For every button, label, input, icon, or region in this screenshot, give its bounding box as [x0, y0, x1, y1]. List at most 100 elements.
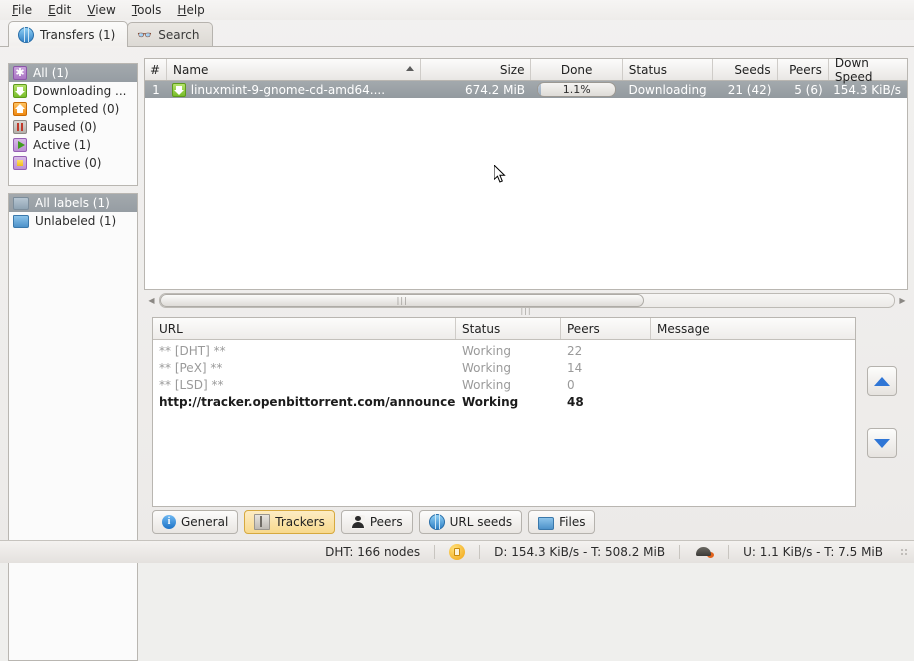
sidebar-label: All (1) — [33, 66, 69, 80]
scroll-left-icon[interactable]: ◀ — [146, 295, 157, 306]
move-up-button[interactable] — [867, 366, 897, 396]
column-header-message[interactable]: Message — [651, 318, 855, 339]
tab-transfers[interactable]: Transfers (1) — [8, 21, 129, 48]
sidebar-label: Completed (0) — [33, 102, 120, 116]
transfers-table-header: # Name Size Done Status Seeds Peers Down… — [145, 56, 907, 84]
tab-peers[interactable]: Peers — [340, 510, 413, 534]
cell-url: ** [LSD] ** — [159, 377, 224, 392]
tracker-move-buttons — [856, 317, 908, 507]
cell-peers: 22 — [567, 343, 583, 358]
label-filter-list: All labels (1) Unlabeled (1) — [8, 193, 138, 661]
resize-grip[interactable] — [897, 545, 911, 559]
stop-icon — [13, 156, 27, 170]
table-row[interactable]: ** [DHT] ** Working 22 — [153, 342, 855, 359]
encryption-icon — [449, 544, 466, 560]
column-header-size[interactable]: Size — [421, 59, 532, 80]
tab-url-seeds-label: URL seeds — [449, 515, 513, 529]
table-row[interactable]: ** [PeX] ** Working 14 — [153, 359, 855, 376]
app-window: File Edit View Tools Help Transfers (1) … — [0, 0, 914, 661]
table-row[interactable]: http://tracker.openbittorrent.com/announ… — [153, 393, 855, 410]
cell-peers: 14 — [567, 360, 583, 375]
sidebar-item-active[interactable]: Active (1) — [9, 136, 137, 154]
cell-down-speed: 154.3 KiB/s — [833, 82, 902, 97]
sidebar-label: Active (1) — [33, 138, 91, 152]
sidebar-item-all[interactable]: All (1) — [9, 64, 137, 82]
person-icon — [350, 515, 365, 529]
encryption-status[interactable] — [435, 544, 479, 560]
table-row[interactable]: 1 linuxmint-9-gnome-cd-amd64.... 674.2 M… — [145, 81, 907, 98]
cell-seeds: 21 (42) — [727, 82, 772, 97]
tab-general[interactable]: General — [152, 510, 239, 534]
sidebar-item-unlabeled[interactable]: Unlabeled (1) — [9, 212, 137, 230]
cell-status: Working — [462, 343, 511, 358]
transfers-table-empty-area[interactable] — [145, 98, 907, 289]
column-header-peers[interactable]: Peers — [778, 59, 829, 80]
upload-status: U: 1.1 KiB/s - T: 7.5 MiB — [743, 545, 883, 559]
asterisk-icon — [13, 65, 27, 81]
menu-edit[interactable]: Edit — [40, 1, 79, 19]
folder-icon — [13, 214, 29, 228]
column-header-done[interactable]: Done — [531, 59, 623, 80]
table-row[interactable]: ** [LSD] ** Working 0 — [153, 376, 855, 393]
tab-trackers-label: Trackers — [275, 515, 325, 529]
cell-url: ** [DHT] ** — [159, 343, 226, 358]
scrollbar-thumb[interactable]: ||| — [160, 293, 645, 307]
tab-files[interactable]: Files — [528, 510, 596, 534]
arrow-down-icon — [874, 438, 890, 448]
cell-peers: 5 (6) — [794, 82, 823, 97]
pause-icon — [13, 120, 27, 134]
alt-speed-toggle[interactable] — [680, 546, 728, 558]
menu-view[interactable]: View — [79, 1, 123, 19]
menu-help[interactable]: Help — [169, 1, 212, 19]
progress-bar-label: 1.1% — [562, 83, 591, 96]
column-header-name[interactable]: Name — [167, 59, 422, 80]
column-header-name-label: Name — [173, 62, 209, 77]
horizontal-scrollbar[interactable]: ◀ ||| ▶ — [146, 292, 908, 308]
cell-status: Downloading — [628, 82, 707, 97]
sidebar-item-all-labels[interactable]: All labels (1) — [9, 194, 137, 212]
tab-trackers[interactable]: Trackers — [244, 510, 335, 534]
column-header-tracker-status[interactable]: Status — [456, 318, 561, 339]
folder-icon — [13, 196, 29, 210]
sidebar-item-inactive[interactable]: Inactive (0) — [9, 154, 137, 172]
tab-search[interactable]: 👓 Search — [127, 22, 213, 47]
binoculars-icon: 👓 — [137, 28, 153, 42]
column-header-url[interactable]: URL — [153, 318, 456, 339]
sidebar-item-completed[interactable]: Completed (0) — [9, 100, 137, 118]
sidebar-label: Inactive (0) — [33, 156, 102, 170]
splitter-handle[interactable]: ||| — [144, 307, 908, 315]
scroll-right-icon[interactable]: ▶ — [897, 295, 908, 306]
cell-status: Working — [462, 377, 511, 392]
scrollbar-track[interactable]: ||| — [159, 292, 895, 308]
column-header-down-speed[interactable]: Down Speed — [829, 56, 907, 84]
cell-num: 1 — [152, 82, 160, 97]
mouse-cursor — [494, 165, 506, 183]
sidebar: All (1) Downloading ... Completed (0) Pa… — [0, 57, 144, 661]
sidebar-item-downloading[interactable]: Downloading ... — [9, 82, 137, 100]
trackers-table: URL Status Peers Message ** [DHT] ** Wor… — [152, 317, 856, 507]
download-arrow-icon — [13, 84, 27, 98]
move-down-button[interactable] — [867, 428, 897, 458]
sidebar-label: Downloading ... — [33, 84, 127, 98]
tab-transfers-label: Transfers (1) — [40, 27, 116, 42]
column-header-status[interactable]: Status — [623, 59, 714, 80]
column-header-num[interactable]: # — [145, 59, 167, 80]
tab-files-label: Files — [559, 515, 586, 529]
tab-search-label: Search — [158, 28, 200, 42]
menu-tools[interactable]: Tools — [124, 1, 170, 19]
sidebar-item-paused[interactable]: Paused (0) — [9, 118, 137, 136]
status-filter-list: All (1) Downloading ... Completed (0) Pa… — [8, 63, 138, 186]
column-header-tracker-peers[interactable]: Peers — [561, 318, 651, 339]
cell-peers: 48 — [567, 394, 584, 409]
cell-status: Working — [462, 360, 511, 375]
info-icon — [162, 514, 176, 530]
tab-url-seeds[interactable]: URL seeds — [418, 510, 523, 534]
sidebar-label: Paused (0) — [33, 120, 97, 134]
main-tab-bar: Transfers (1) 👓 Search — [0, 20, 914, 48]
tab-peers-label: Peers — [369, 515, 403, 529]
alt-speed-turtle-icon — [694, 546, 715, 558]
column-header-seeds[interactable]: Seeds — [713, 59, 778, 80]
menu-file[interactable]: File — [4, 1, 40, 19]
download-arrow-icon — [171, 82, 186, 97]
cell-status: Working — [462, 394, 519, 409]
